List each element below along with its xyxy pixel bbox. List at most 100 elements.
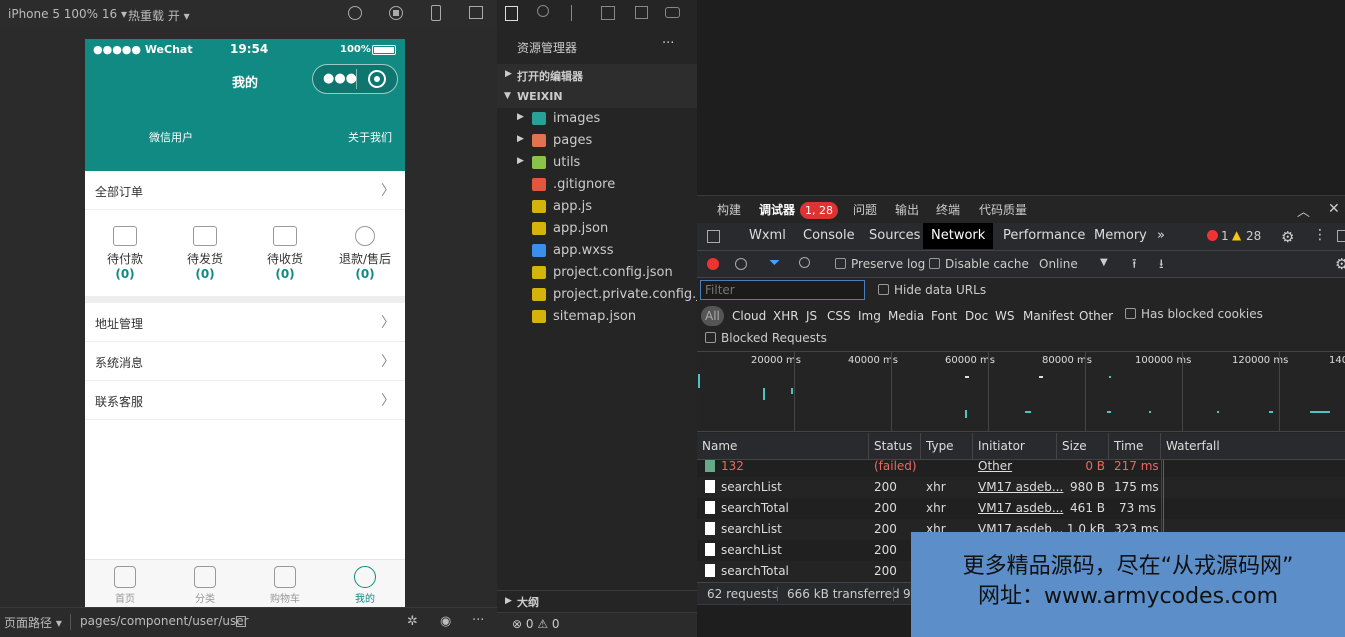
tab-debugger[interactable]: 调试器 — [759, 196, 795, 224]
tab-memory[interactable]: Memory — [1086, 223, 1155, 249]
col-size[interactable]: Size — [1057, 433, 1109, 459]
extensions-icon[interactable] — [601, 6, 615, 20]
file-item[interactable]: app.json — [497, 218, 697, 240]
type-css[interactable]: CSS — [827, 306, 851, 326]
file-item[interactable]: .gitignore — [497, 174, 697, 196]
type-cloud[interactable]: Cloud — [732, 306, 766, 326]
col-status[interactable]: Status — [869, 433, 921, 459]
tab-mine[interactable]: 我的 — [325, 560, 405, 607]
blocked-requests-checkbox[interactable]: Blocked Requests — [705, 331, 827, 345]
device-select[interactable]: iPhone 5 100% 16 ▾ — [8, 7, 127, 21]
upload-icon[interactable]: ⭱ — [1132, 255, 1137, 277]
warning-count[interactable]: 28 — [1246, 229, 1261, 243]
problems-status[interactable]: ⊗ 0 ⚠ 0 — [497, 612, 697, 637]
tab-wxml[interactable]: Wxml — [741, 223, 794, 249]
eye-icon[interactable]: ◉ — [440, 614, 451, 629]
col-waterfall[interactable]: Waterfall — [1161, 433, 1345, 459]
type-manifest[interactable]: Manifest — [1023, 306, 1074, 326]
all-orders-row[interactable]: 全部订单 〉 — [85, 171, 405, 210]
type-font[interactable]: Font — [931, 306, 957, 326]
chevron-down-icon[interactable]: ▼ — [1100, 257, 1108, 268]
tab-console[interactable]: Console — [795, 223, 863, 249]
user-name[interactable]: 微信用户 — [149, 129, 193, 145]
bug-icon[interactable]: ✲ — [407, 614, 418, 629]
type-xhr[interactable]: XHR — [773, 306, 799, 326]
file-item[interactable]: sitemap.json — [497, 306, 697, 328]
tab-output[interactable]: 输出 — [895, 196, 919, 224]
tab-performance[interactable]: Performance — [995, 223, 1093, 249]
kebab-icon[interactable]: ⋮ — [1313, 227, 1327, 243]
order-pending-payment[interactable]: 待付款 (0) — [85, 210, 165, 296]
col-name[interactable]: Name — [697, 433, 869, 459]
col-initiator[interactable]: Initiator — [973, 433, 1057, 459]
phone-icon[interactable] — [431, 5, 441, 21]
table-row[interactable]: searchList 200 xhr VM17 asdeb... 980 B 175 ms — [697, 477, 1345, 498]
folder-item[interactable]: ▶ pages — [497, 130, 697, 152]
cloud-icon[interactable] — [665, 7, 680, 18]
menu-support[interactable]: 联系客服 〉 — [85, 381, 405, 420]
blocked-cookies-checkbox[interactable]: Has blocked cookies — [1125, 307, 1263, 321]
clear-icon[interactable] — [735, 258, 747, 270]
more-icon[interactable]: ●●● — [323, 71, 357, 86]
table-row[interactable]: 132 (failed) Other 0 B 217 ms — [697, 460, 1345, 477]
tab-cart[interactable]: 购物车 — [245, 560, 325, 607]
about-link[interactable]: 关于我们 — [348, 129, 392, 145]
order-pending-receipt[interactable]: 待收货 (0) — [245, 210, 325, 296]
tab-category[interactable]: 分类 — [165, 560, 245, 607]
dock-icon[interactable] — [1337, 230, 1345, 242]
storage-icon[interactable] — [635, 6, 648, 19]
table-row[interactable]: searchTotal 200 xhr VM17 asdeb... 461 B 73 ms — [697, 498, 1345, 519]
inspect-icon[interactable] — [707, 230, 720, 243]
git-icon[interactable] — [571, 5, 581, 21]
tab-sources[interactable]: Sources — [861, 223, 928, 249]
file-item[interactable]: project.private.config.js... — [497, 284, 719, 306]
close-capsule-icon[interactable] — [368, 70, 386, 88]
col-type[interactable]: Type — [921, 433, 973, 459]
files-icon[interactable] — [505, 6, 518, 21]
popout-icon[interactable] — [469, 6, 483, 19]
tab-problems[interactable]: 问题 — [853, 196, 877, 224]
throttle-select[interactable]: Online — [1039, 257, 1078, 271]
file-item[interactable]: app.js — [497, 196, 697, 218]
file-item[interactable]: app.wxss — [497, 240, 697, 262]
page-path-select[interactable]: 页面路径 ▾ — [4, 614, 62, 631]
type-all[interactable]: All — [701, 306, 724, 326]
error-count[interactable]: 1 — [1221, 229, 1229, 243]
type-media[interactable]: Media — [888, 306, 924, 326]
folder-item[interactable]: ▶ images — [497, 108, 697, 130]
more-actions-icon[interactable]: ··· — [662, 36, 674, 51]
refresh-icon[interactable] — [348, 6, 362, 20]
menu-address[interactable]: 地址管理 〉 — [85, 303, 405, 342]
tab-build[interactable]: 构建 — [717, 196, 741, 224]
order-pending-shipment[interactable]: 待发货 (0) — [165, 210, 245, 296]
type-img[interactable]: Img — [858, 306, 881, 326]
timeline-overview[interactable]: 20000 ms 40000 ms 60000 ms 80000 ms 1000… — [697, 352, 1345, 432]
download-icon[interactable]: ⭳ — [1159, 255, 1164, 277]
request-initiator[interactable]: VM17 asdeb... — [978, 480, 1063, 494]
preserve-log-checkbox[interactable]: Preserve log — [835, 257, 925, 271]
settings-icon[interactable]: ⚙ — [1281, 228, 1294, 246]
menu-messages[interactable]: 系统消息 〉 — [85, 342, 405, 381]
tab-network[interactable]: Network — [923, 223, 994, 249]
type-other[interactable]: Other — [1079, 306, 1113, 326]
project-section[interactable]: ▼ WEIXIN — [497, 86, 697, 108]
filter-input[interactable] — [700, 280, 865, 300]
type-doc[interactable]: Doc — [965, 306, 988, 326]
copy-icon[interactable] — [236, 616, 246, 627]
more-icon[interactable]: ··· — [472, 613, 484, 628]
col-time[interactable]: Time — [1109, 433, 1161, 459]
open-editors-section[interactable]: ▶ 打开的编辑器 — [497, 64, 697, 86]
filter-icon[interactable]: ⏷ — [769, 255, 780, 271]
search-icon[interactable] — [537, 5, 549, 17]
outline-section[interactable]: ▶ 大纲 — [497, 590, 697, 612]
type-ws[interactable]: WS — [995, 306, 1014, 326]
disable-cache-checkbox[interactable]: Disable cache — [929, 257, 1029, 271]
folder-item[interactable]: ▶ utils — [497, 152, 697, 174]
collapse-icon[interactable]: ︿ — [1297, 201, 1310, 220]
more-tabs-icon[interactable]: » — [1149, 223, 1173, 249]
stop-icon[interactable] — [389, 6, 403, 20]
file-item[interactable]: project.config.json — [497, 262, 697, 284]
request-initiator[interactable]: Other — [978, 460, 1012, 473]
hot-reload-toggle[interactable]: 热重载 开 ▾ — [128, 7, 190, 24]
tab-code-quality[interactable]: 代码质量 — [979, 196, 1027, 224]
